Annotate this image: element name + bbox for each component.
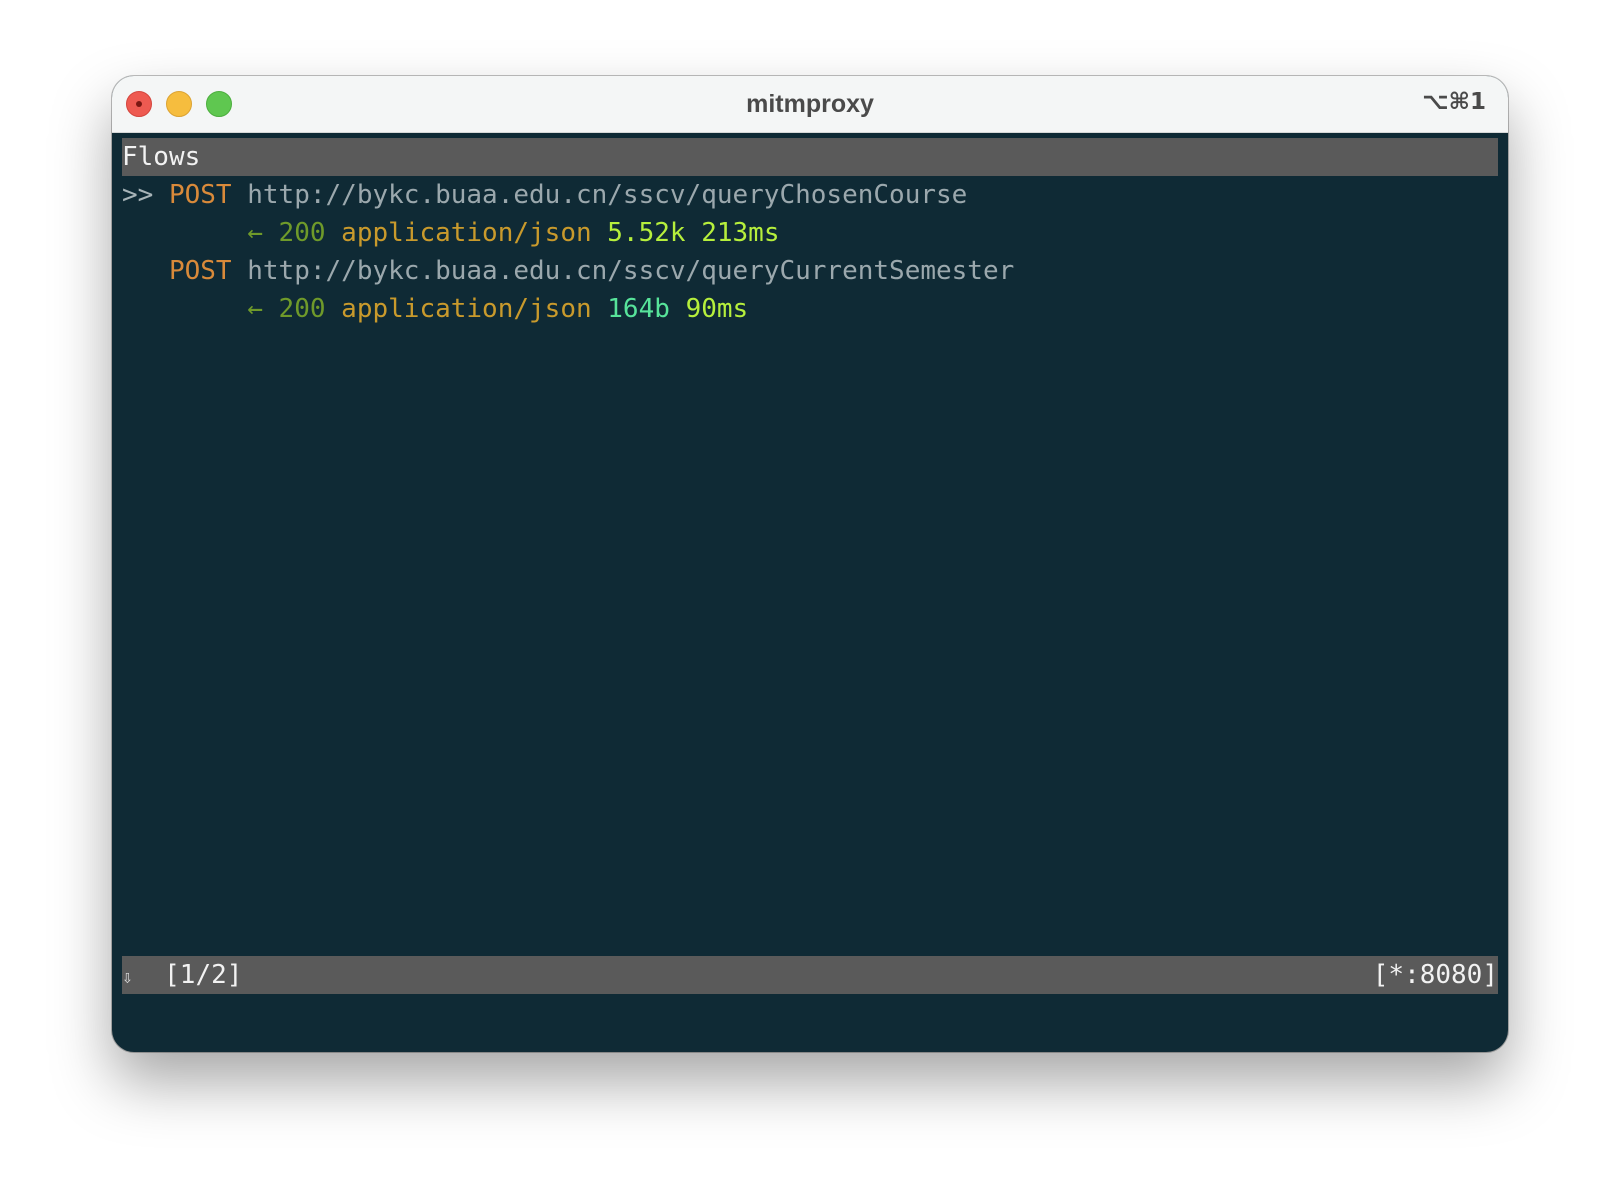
flows-header: Flows	[122, 138, 1498, 176]
response-time: 90ms	[685, 294, 749, 324]
response-arrow-icon: ←	[247, 294, 263, 324]
flow-response-2[interactable]: ← 200 application/json 164b 90ms	[122, 290, 748, 328]
flow-url: http://bykc.buaa.edu.cn/sscv/queryCurren…	[247, 256, 1015, 286]
title-bar: mitmproxy ⌥⌘1	[112, 76, 1508, 133]
selection-cursor: >>	[122, 180, 154, 210]
flow-method: POST	[168, 256, 232, 286]
response-status: 200	[278, 218, 326, 248]
response-time: 213ms	[701, 218, 780, 248]
response-content-type: application/json	[341, 294, 592, 324]
response-size: 164b	[607, 294, 670, 324]
flow-url: http://bykc.buaa.edu.cn/sscv/queryChosen…	[247, 180, 968, 210]
flows-header-label: Flows	[122, 142, 201, 172]
response-status: 200	[278, 294, 326, 324]
flow-position: [1/2]	[164, 960, 243, 990]
terminal-content[interactable]: Flows >> POST http://bykc.buaa.edu.cn/ss…	[122, 138, 1498, 1042]
response-arrow-icon: ←	[247, 218, 263, 248]
flow-row-1[interactable]: >> POST http://bykc.buaa.edu.cn/sscv/que…	[122, 176, 967, 214]
listen-address: [*:8080]	[1372, 960, 1498, 990]
response-content-type: application/json	[341, 218, 592, 248]
window-shortcut: ⌥⌘1	[1422, 89, 1486, 115]
flow-row-2[interactable]: POST http://bykc.buaa.edu.cn/sscv/queryC…	[122, 252, 1014, 290]
flow-method: POST	[168, 180, 232, 210]
response-size: 5.52k	[607, 218, 686, 248]
window-title: mitmproxy	[746, 90, 874, 118]
status-bar-left: ⇩ [1/2]	[122, 956, 242, 997]
flow-response-1[interactable]: ← 200 application/json 5.52k 213ms	[122, 214, 780, 252]
scroll-down-icon: ⇩	[122, 967, 133, 988]
terminal-window: mitmproxy ⌥⌘1 Flows >> POST http://bykc.…	[112, 76, 1508, 1052]
status-bar: ⇩ [1/2] [*:8080]	[122, 956, 1498, 994]
